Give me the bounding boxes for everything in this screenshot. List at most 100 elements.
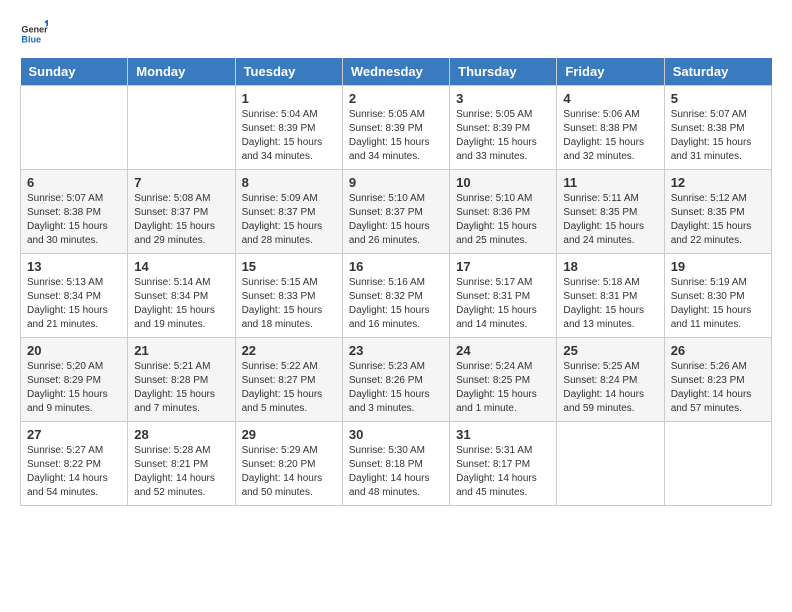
day-number: 15 bbox=[242, 259, 336, 274]
day-info: Sunrise: 5:05 AM Sunset: 8:39 PM Dayligh… bbox=[349, 108, 443, 164]
day-info: Sunrise: 5:26 AM Sunset: 8:23 PM Dayligh… bbox=[671, 360, 765, 416]
calendar-cell: 1 Sunrise: 5:04 AM Sunset: 8:39 PM Daylig… bbox=[235, 86, 342, 170]
day-info: Sunrise: 5:15 AM Sunset: 8:33 PM Dayligh… bbox=[242, 276, 336, 332]
day-number: 24 bbox=[456, 343, 550, 358]
day-info: Sunrise: 5:07 AM Sunset: 8:38 PM Dayligh… bbox=[671, 108, 765, 164]
calendar-week-4: 20Sunrise: 5:20 AM Sunset: 8:29 PM Dayli… bbox=[21, 338, 772, 422]
day-info: Sunrise: 5:13 AM Sunset: 8:34 PM Dayligh… bbox=[27, 276, 121, 332]
day-info: Sunrise: 5:11 AM Sunset: 8:35 PM Dayligh… bbox=[563, 192, 657, 248]
calendar-cell: 17Sunrise: 5:17 AM Sunset: 8:31 PM Dayli… bbox=[450, 254, 557, 338]
column-header-tuesday: Tuesday bbox=[235, 58, 342, 86]
day-info: Sunrise: 5:23 AM Sunset: 8:26 PM Dayligh… bbox=[349, 360, 443, 416]
day-number: 14 bbox=[134, 259, 228, 274]
day-number: 4 bbox=[563, 91, 657, 106]
day-number: 12 bbox=[671, 175, 765, 190]
calendar-cell: 26 Sunrise: 5:26 AM Sunset: 8:23 PM Dayli… bbox=[664, 338, 771, 422]
day-info: Sunrise: 5:17 AM Sunset: 8:31 PM Dayligh… bbox=[456, 276, 550, 332]
calendar-week-1: 1 Sunrise: 5:04 AM Sunset: 8:39 PM Daylig… bbox=[21, 86, 772, 170]
column-header-wednesday: Wednesday bbox=[342, 58, 449, 86]
day-info: Sunrise: 5:07 AM Sunset: 8:38 PM Dayligh… bbox=[27, 192, 121, 248]
day-number: 13 bbox=[27, 259, 121, 274]
column-header-friday: Friday bbox=[557, 58, 664, 86]
day-info: Sunrise: 5:06 AM Sunset: 8:38 PM Dayligh… bbox=[563, 108, 657, 164]
calendar-cell: 2 Sunrise: 5:05 AM Sunset: 8:39 PM Daylig… bbox=[342, 86, 449, 170]
day-info: Sunrise: 5:12 AM Sunset: 8:35 PM Dayligh… bbox=[671, 192, 765, 248]
day-number: 25 bbox=[563, 343, 657, 358]
calendar-cell bbox=[664, 422, 771, 506]
day-number: 29 bbox=[242, 427, 336, 442]
calendar-cell: 12 Sunrise: 5:12 AM Sunset: 8:35 PM Dayli… bbox=[664, 170, 771, 254]
calendar-cell: 29 Sunrise: 5:29 AM Sunset: 8:20 PM Dayli… bbox=[235, 422, 342, 506]
day-number: 22 bbox=[242, 343, 336, 358]
calendar-cell: 22 Sunrise: 5:22 AM Sunset: 8:27 PM Dayli… bbox=[235, 338, 342, 422]
calendar-cell bbox=[128, 86, 235, 170]
column-header-monday: Monday bbox=[128, 58, 235, 86]
calendar-cell bbox=[557, 422, 664, 506]
day-number: 28 bbox=[134, 427, 228, 442]
calendar-cell: 24 Sunrise: 5:24 AM Sunset: 8:25 PM Dayli… bbox=[450, 338, 557, 422]
page-header: General Blue bbox=[20, 20, 772, 48]
day-info: Sunrise: 5:16 AM Sunset: 8:32 PM Dayligh… bbox=[349, 276, 443, 332]
day-number: 2 bbox=[349, 91, 443, 106]
calendar-week-5: 27 Sunrise: 5:27 AM Sunset: 8:22 PM Dayli… bbox=[21, 422, 772, 506]
calendar-cell: 11 Sunrise: 5:11 AM Sunset: 8:35 PM Dayli… bbox=[557, 170, 664, 254]
day-number: 18 bbox=[563, 259, 657, 274]
calendar-cell: 7 Sunrise: 5:08 AM Sunset: 8:37 PM Daylig… bbox=[128, 170, 235, 254]
calendar-cell: 5 Sunrise: 5:07 AM Sunset: 8:38 PM Daylig… bbox=[664, 86, 771, 170]
day-number: 26 bbox=[671, 343, 765, 358]
day-info: Sunrise: 5:20 AM Sunset: 8:29 PM Dayligh… bbox=[27, 360, 121, 416]
calendar-cell: 31 Sunrise: 5:31 AM Sunset: 8:17 PM Dayli… bbox=[450, 422, 557, 506]
calendar-cell: 4 Sunrise: 5:06 AM Sunset: 8:38 PM Daylig… bbox=[557, 86, 664, 170]
logo-icon: General Blue bbox=[20, 20, 48, 48]
day-number: 6 bbox=[27, 175, 121, 190]
day-info: Sunrise: 5:27 AM Sunset: 8:22 PM Dayligh… bbox=[27, 444, 121, 500]
day-number: 27 bbox=[27, 427, 121, 442]
calendar-cell bbox=[21, 86, 128, 170]
logo: General Blue bbox=[20, 20, 52, 48]
day-number: 19 bbox=[671, 259, 765, 274]
column-header-thursday: Thursday bbox=[450, 58, 557, 86]
calendar-header-row: SundayMondayTuesdayWednesdayThursdayFrid… bbox=[21, 58, 772, 86]
day-number: 10 bbox=[456, 175, 550, 190]
calendar-week-2: 6 Sunrise: 5:07 AM Sunset: 8:38 PM Daylig… bbox=[21, 170, 772, 254]
day-info: Sunrise: 5:24 AM Sunset: 8:25 PM Dayligh… bbox=[456, 360, 550, 416]
calendar-cell: 3 Sunrise: 5:05 AM Sunset: 8:39 PM Daylig… bbox=[450, 86, 557, 170]
calendar-cell: 19Sunrise: 5:19 AM Sunset: 8:30 PM Dayli… bbox=[664, 254, 771, 338]
day-number: 7 bbox=[134, 175, 228, 190]
day-info: Sunrise: 5:05 AM Sunset: 8:39 PM Dayligh… bbox=[456, 108, 550, 164]
day-number: 1 bbox=[242, 91, 336, 106]
day-number: 21 bbox=[134, 343, 228, 358]
calendar-cell: 16Sunrise: 5:16 AM Sunset: 8:32 PM Dayli… bbox=[342, 254, 449, 338]
calendar-cell: 23 Sunrise: 5:23 AM Sunset: 8:26 PM Dayli… bbox=[342, 338, 449, 422]
day-info: Sunrise: 5:30 AM Sunset: 8:18 PM Dayligh… bbox=[349, 444, 443, 500]
day-number: 30 bbox=[349, 427, 443, 442]
day-info: Sunrise: 5:10 AM Sunset: 8:37 PM Dayligh… bbox=[349, 192, 443, 248]
day-info: Sunrise: 5:21 AM Sunset: 8:28 PM Dayligh… bbox=[134, 360, 228, 416]
calendar-cell: 9Sunrise: 5:10 AM Sunset: 8:37 PM Daylig… bbox=[342, 170, 449, 254]
calendar-cell: 8Sunrise: 5:09 AM Sunset: 8:37 PM Daylig… bbox=[235, 170, 342, 254]
svg-text:General: General bbox=[21, 25, 48, 35]
calendar-cell: 14Sunrise: 5:14 AM Sunset: 8:34 PM Dayli… bbox=[128, 254, 235, 338]
day-number: 11 bbox=[563, 175, 657, 190]
day-info: Sunrise: 5:25 AM Sunset: 8:24 PM Dayligh… bbox=[563, 360, 657, 416]
day-info: Sunrise: 5:10 AM Sunset: 8:36 PM Dayligh… bbox=[456, 192, 550, 248]
calendar-cell: 30 Sunrise: 5:30 AM Sunset: 8:18 PM Dayli… bbox=[342, 422, 449, 506]
day-number: 23 bbox=[349, 343, 443, 358]
calendar-cell: 21 Sunrise: 5:21 AM Sunset: 8:28 PM Dayli… bbox=[128, 338, 235, 422]
day-info: Sunrise: 5:28 AM Sunset: 8:21 PM Dayligh… bbox=[134, 444, 228, 500]
day-number: 5 bbox=[671, 91, 765, 106]
calendar-table: SundayMondayTuesdayWednesdayThursdayFrid… bbox=[20, 58, 772, 506]
day-info: Sunrise: 5:04 AM Sunset: 8:39 PM Dayligh… bbox=[242, 108, 336, 164]
day-number: 31 bbox=[456, 427, 550, 442]
day-info: Sunrise: 5:29 AM Sunset: 8:20 PM Dayligh… bbox=[242, 444, 336, 500]
day-info: Sunrise: 5:22 AM Sunset: 8:27 PM Dayligh… bbox=[242, 360, 336, 416]
calendar-cell: 20Sunrise: 5:20 AM Sunset: 8:29 PM Dayli… bbox=[21, 338, 128, 422]
calendar-cell: 27 Sunrise: 5:27 AM Sunset: 8:22 PM Dayli… bbox=[21, 422, 128, 506]
calendar-cell: 28 Sunrise: 5:28 AM Sunset: 8:21 PM Dayli… bbox=[128, 422, 235, 506]
column-header-sunday: Sunday bbox=[21, 58, 128, 86]
day-info: Sunrise: 5:08 AM Sunset: 8:37 PM Dayligh… bbox=[134, 192, 228, 248]
day-info: Sunrise: 5:31 AM Sunset: 8:17 PM Dayligh… bbox=[456, 444, 550, 500]
day-number: 3 bbox=[456, 91, 550, 106]
calendar-cell: 15 Sunrise: 5:15 AM Sunset: 8:33 PM Dayli… bbox=[235, 254, 342, 338]
calendar-cell: 13 Sunrise: 5:13 AM Sunset: 8:34 PM Dayli… bbox=[21, 254, 128, 338]
